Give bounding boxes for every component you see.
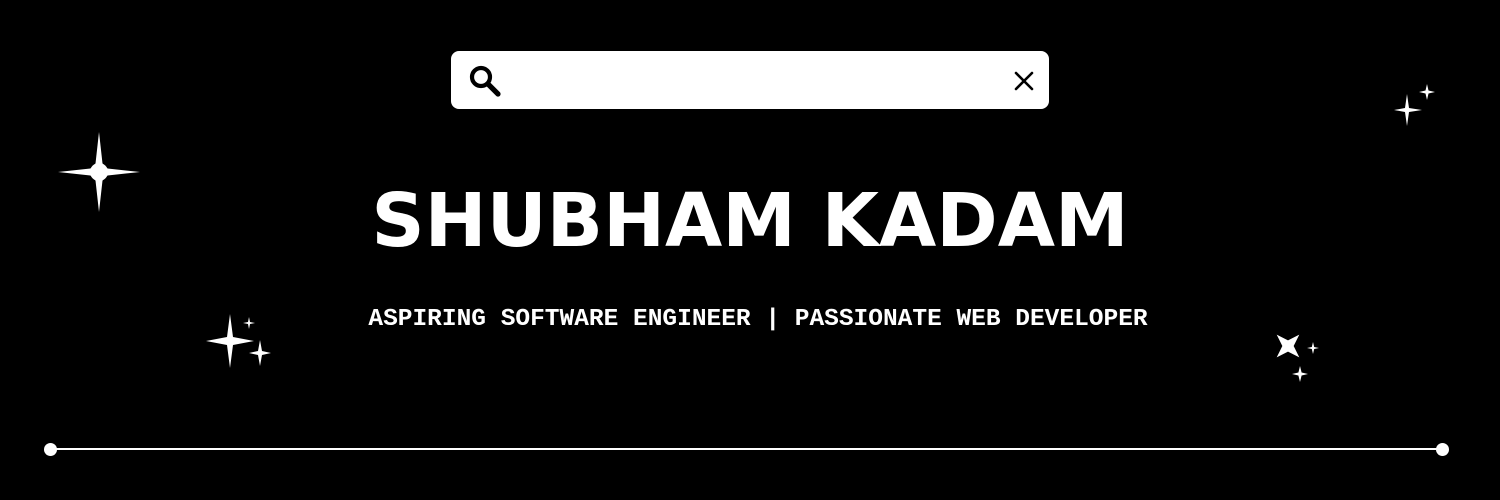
search-icon[interactable] (468, 64, 502, 98)
page-title: SHUBHAM KADAM (371, 178, 1129, 264)
sparkle-icon (58, 132, 140, 212)
sparkle-cluster-icon (1276, 334, 1319, 382)
divider-endpoint-left (44, 443, 57, 456)
close-icon[interactable] (1012, 69, 1036, 93)
divider-line (50, 448, 1443, 450)
search-input[interactable] (513, 61, 987, 101)
sparkle-cluster-icon (206, 314, 271, 368)
sparkle-cluster-icon (1394, 84, 1435, 126)
search-bar (451, 51, 1049, 109)
divider-endpoint-right (1436, 443, 1449, 456)
